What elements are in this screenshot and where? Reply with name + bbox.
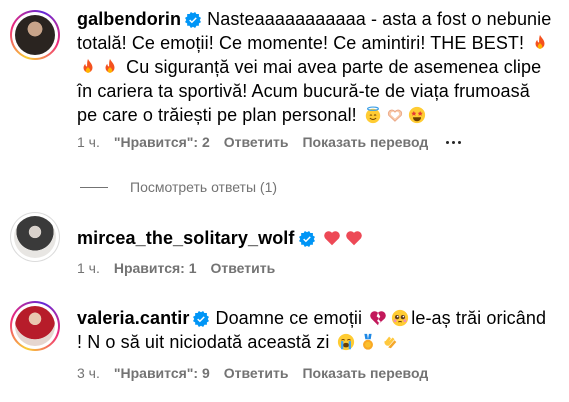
avatar-photo (15, 15, 55, 55)
avatar-galbendorin[interactable] (10, 10, 60, 60)
comment-meta: 1 ч. Нравится: 1 Ответить (77, 260, 289, 276)
comment-meta: 3 ч. "Нравится": 9 Ответить Показать пер… (77, 365, 442, 381)
comment-text: valeria.cantir Doamne ce emoții le-aș tră… (77, 306, 555, 354)
clapping-emoji-icon (381, 333, 399, 351)
verified-badge-icon (193, 311, 209, 327)
reply-button[interactable]: Ответить (224, 134, 289, 150)
comment-username[interactable]: valeria.cantir (77, 308, 189, 328)
avatar-photo (15, 306, 55, 346)
avatar-mircea[interactable] (10, 212, 60, 262)
crying-face-emoji-icon (337, 333, 354, 351)
comment-username[interactable]: mircea_the_solitary_wolf (77, 228, 295, 248)
comment-meta: 1 ч. "Нравится": 2 Ответить Показать пер… (77, 134, 475, 150)
comment-body: Cu siguranță vei mai avea parte de aseme… (77, 57, 542, 125)
comment-body: Doamne ce emoții (215, 308, 363, 328)
comment-time[interactable]: 1 ч. (77, 260, 100, 276)
fire-emoji-icon (101, 58, 119, 76)
comment-likes[interactable]: "Нравится": 9 (114, 365, 210, 381)
star-struck-emoji-icon (408, 106, 425, 124)
comment-time[interactable]: 3 ч. (77, 365, 100, 381)
heart-hands-emoji-icon (386, 106, 404, 124)
translate-button[interactable]: Показать перевод (302, 134, 428, 150)
verified-badge-icon (299, 231, 315, 247)
verified-badge-icon (185, 12, 201, 28)
reply-button[interactable]: Ответить (211, 260, 276, 276)
fire-emoji-icon (79, 58, 97, 76)
comment-text: mircea_the_solitary_wolf (77, 226, 555, 250)
avatar-photo (14, 216, 56, 258)
comment-text: galbendorin Nasteaaaaaaaaaaa - asta a fos… (77, 7, 555, 127)
red-heart-emoji-icon (345, 229, 363, 247)
view-replies-button[interactable]: Посмотреть ответы (1) (80, 179, 277, 195)
comment-username[interactable]: galbendorin (77, 9, 181, 29)
fire-emoji-icon (531, 34, 549, 52)
comment-likes[interactable]: Нравится: 1 (114, 260, 197, 276)
broken-heart-emoji-icon (369, 309, 387, 327)
more-options-icon[interactable] (446, 140, 462, 144)
medal-emoji-icon (359, 333, 377, 351)
replies-divider (80, 186, 108, 188)
angel-emoji-icon (365, 106, 381, 124)
avatar-frame (12, 12, 58, 58)
avatar-frame (11, 213, 59, 261)
view-replies-label: Посмотреть ответы (1) (130, 179, 278, 195)
comment-likes[interactable]: "Нравится": 2 (114, 134, 210, 150)
reply-button[interactable]: Ответить (224, 365, 289, 381)
red-heart-emoji-icon (323, 229, 341, 247)
avatar-valeria[interactable] (10, 301, 60, 351)
avatar-frame (12, 303, 58, 349)
pleading-face-emoji-icon (392, 309, 409, 327)
comment-time[interactable]: 1 ч. (77, 134, 100, 150)
translate-button[interactable]: Показать перевод (302, 365, 428, 381)
